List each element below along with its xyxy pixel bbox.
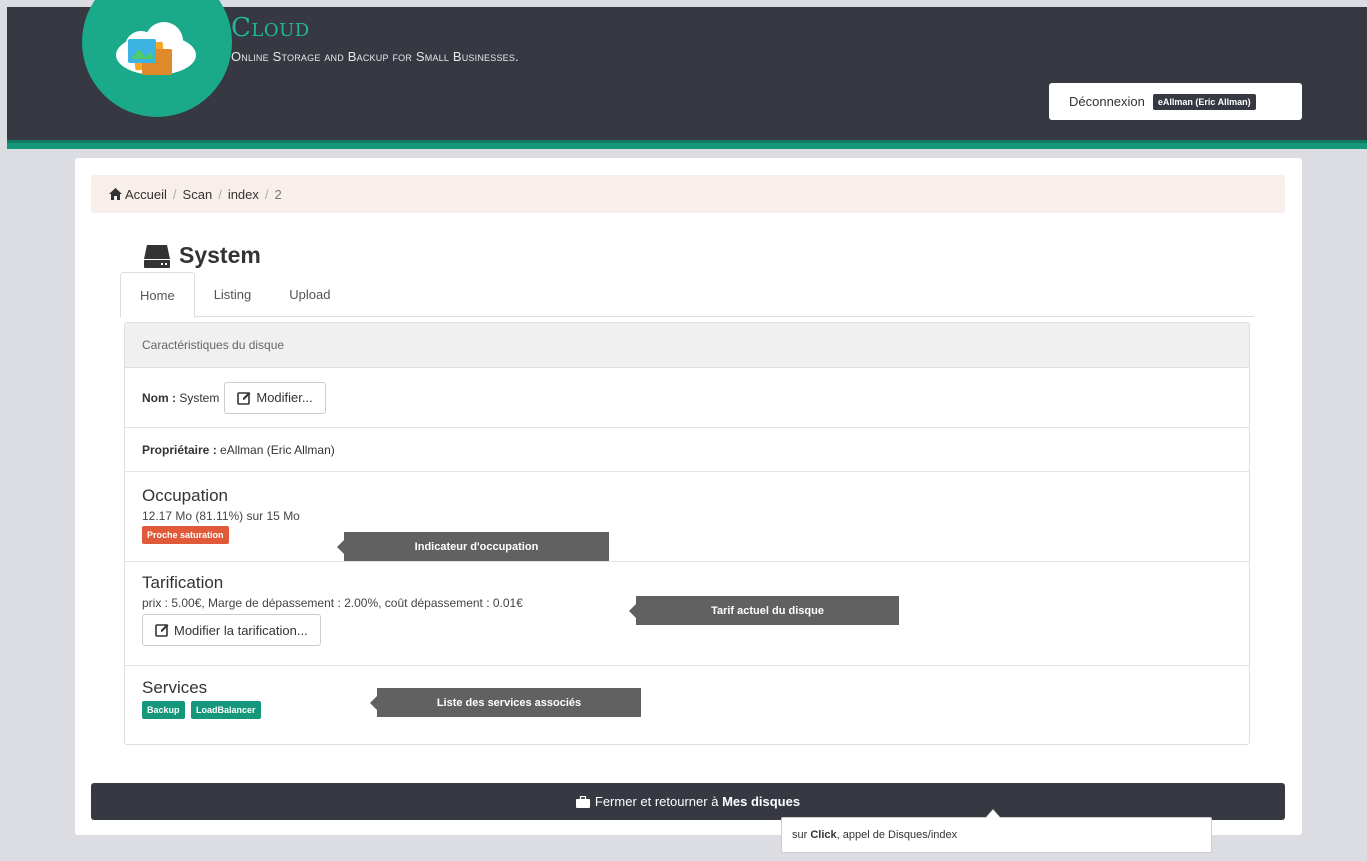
click-tooltip: sur Click , appel de Disques/index [781, 809, 1212, 853]
logout-link[interactable]: Déconnexion [1069, 94, 1145, 109]
edit-icon [237, 391, 251, 405]
tarification-title: Tarification [142, 573, 224, 592]
owner-label: Propriétaire : [142, 442, 217, 457]
edit-icon [155, 624, 169, 637]
main-panel: Accueil / Scan / index / 2 System Home L… [75, 158, 1302, 835]
tip-target: Disques/index [888, 829, 958, 841]
services-row: Services Backup LoadBalancer Liste des s… [125, 666, 1249, 744]
close-bar-prefix: Fermer et retourner à [594, 794, 719, 809]
breadcrumb-current: 2 [274, 186, 282, 202]
tarif-tooltip: Tarif actuel du disque [629, 596, 899, 625]
breadcrumb-home[interactable]: Accueil [125, 187, 167, 202]
name-value: System [179, 390, 220, 405]
brand-subtitle: Online Storage and Backup for Small Busi… [231, 49, 519, 64]
service-badge-loadbalancer: LoadBalancer [190, 701, 261, 719]
owner-row: Propriétaire : eAllman (Eric Allman) [125, 428, 1249, 472]
breadcrumb-separator: / [264, 186, 269, 202]
tab-home[interactable]: Home [120, 272, 195, 318]
app-header: Cloud Online Storage and Backup for Smal… [7, 0, 1367, 140]
occupation-row: Occupation 12.17 Mo (81.11%) sur 15 Mo P… [125, 472, 1249, 562]
name-row: Nom : System Modifier... [125, 368, 1249, 428]
modify-name-label: Modifier... [256, 390, 313, 405]
header-accent-bar [7, 140, 1367, 149]
services-title: Services [142, 678, 208, 697]
service-badge-backup: Backup [142, 701, 185, 719]
home-icon [109, 188, 122, 200]
modify-tarification-button[interactable]: Modifier la tarification... [142, 614, 321, 646]
logout-box[interactable]: Déconnexion eAllman (Eric Allman) [1049, 83, 1302, 120]
close-bar-target: Mes disques [722, 794, 801, 809]
brand-title: Cloud [231, 13, 310, 43]
disk-card: Caractéristiques du disque Nom : System … [124, 322, 1250, 745]
hard-drive-icon [144, 244, 170, 268]
briefcase-icon [575, 795, 590, 808]
tab-listing[interactable]: Listing [195, 272, 271, 317]
services-tooltip: Liste des services associés [370, 688, 641, 717]
occupation-text: 12.17 Mo (81.11%) sur 15 Mo [142, 509, 300, 523]
occupation-title: Occupation [142, 486, 228, 505]
modify-tarification-label: Modifier la tarification... [174, 622, 308, 638]
cloud-logo-icon [116, 22, 196, 75]
breadcrumb-index[interactable]: index [228, 187, 259, 202]
breadcrumb: Accueil / Scan / index / 2 [91, 175, 1285, 213]
tip-click: Click [810, 829, 837, 841]
tip-text-1: sur [792, 829, 808, 841]
user-badge: eAllman (Eric Allman) [1152, 93, 1256, 110]
breadcrumb-separator: / [172, 186, 177, 202]
owner-value: eAllman (Eric Allman) [220, 442, 335, 457]
tip-text-2: , appel de [836, 829, 885, 841]
tab-bar: Home Listing Upload [120, 272, 1254, 318]
breadcrumb-separator: / [218, 186, 222, 202]
tab-upload[interactable]: Upload [270, 272, 349, 317]
name-label: Nom : [142, 390, 176, 405]
close-return-button[interactable]: Fermer et retourner à Mes disques [91, 783, 1285, 820]
page-title-text: System [179, 242, 261, 268]
occupation-tooltip: Indicateur d'occupation [337, 532, 609, 561]
tarification-row: Tarification prix : 5.00€, Marge de dépa… [125, 562, 1249, 666]
page-title: System [143, 242, 261, 269]
breadcrumb-scan[interactable]: Scan [183, 187, 213, 202]
card-header: Caractéristiques du disque [125, 323, 1249, 368]
modify-name-button[interactable]: Modifier... [224, 381, 326, 414]
saturation-badge: Proche saturation [142, 526, 229, 544]
